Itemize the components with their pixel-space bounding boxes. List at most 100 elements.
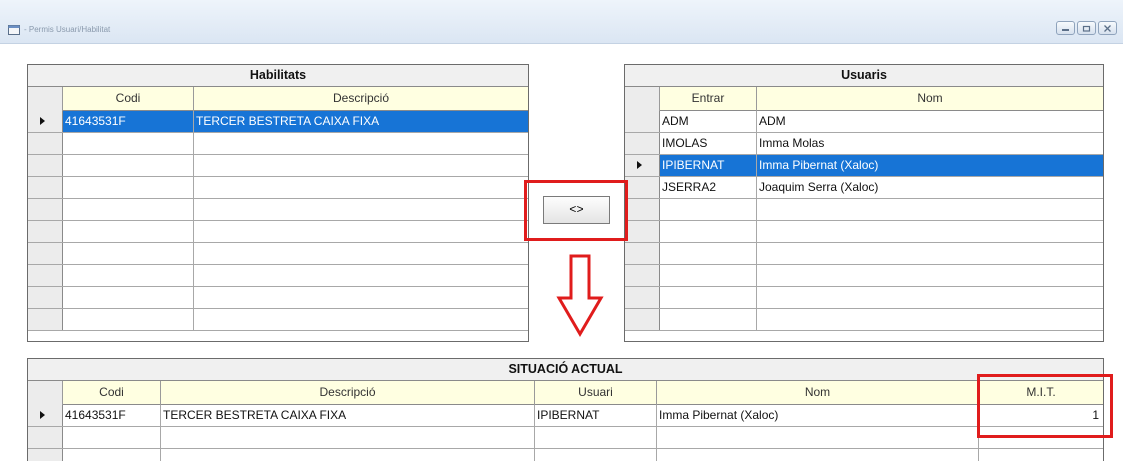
cell-descripcio[interactable]: TERCER BESTRETA CAIXA FIXA — [194, 111, 528, 132]
cell-codi[interactable]: 41643531F — [63, 111, 194, 132]
table-row[interactable]: 41643531F TERCER BESTRETA CAIXA FIXA IPIBE… — [28, 405, 1103, 427]
empty-table-row[interactable] — [28, 133, 528, 155]
cell-codi[interactable] — [63, 133, 194, 154]
column-header-entrar[interactable]: Entrar — [660, 87, 757, 111]
cell-nom[interactable] — [757, 309, 1103, 330]
row-indicator[interactable] — [625, 111, 660, 132]
cell-descripcio[interactable] — [194, 287, 528, 308]
row-indicator[interactable] — [28, 133, 63, 154]
cell-entrar[interactable] — [660, 309, 757, 330]
situacio-grid[interactable]: SITUACIÓ ACTUAL Codi Descripció Usuari N… — [27, 358, 1104, 461]
cell-descripcio[interactable] — [194, 133, 528, 154]
cell-mit[interactable] — [979, 427, 1103, 448]
cell-descripcio[interactable] — [194, 243, 528, 264]
row-indicator[interactable] — [625, 287, 660, 308]
row-indicator[interactable] — [28, 309, 63, 330]
cell-codi[interactable] — [63, 265, 194, 286]
cell-nom[interactable] — [657, 449, 979, 461]
cell-codi[interactable] — [63, 427, 161, 448]
column-header-nom[interactable]: Nom — [757, 87, 1103, 111]
row-indicator[interactable] — [28, 427, 63, 448]
cell-entrar[interactable] — [660, 221, 757, 242]
empty-table-row[interactable] — [625, 199, 1103, 221]
window-titlebar[interactable]: - Permis Usuari/Habilitat — [0, 0, 1123, 44]
cell-nom[interactable] — [657, 427, 979, 448]
table-row[interactable]: IPIBERNAT Imma Pibernat (Xaloc) — [625, 155, 1103, 177]
close-icon[interactable] — [1098, 21, 1117, 35]
cell-nom[interactable]: Imma Pibernat (Xaloc) — [757, 155, 1103, 176]
row-indicator[interactable] — [28, 221, 63, 242]
empty-table-row[interactable] — [625, 221, 1103, 243]
cell-descripcio[interactable]: TERCER BESTRETA CAIXA FIXA — [161, 405, 535, 426]
cell-codi[interactable] — [63, 287, 194, 308]
cell-descripcio[interactable] — [194, 221, 528, 242]
cell-entrar[interactable]: IPIBERNAT — [660, 155, 757, 176]
cell-nom[interactable] — [757, 265, 1103, 286]
empty-table-row[interactable] — [625, 243, 1103, 265]
table-row[interactable]: ADM ADM — [625, 111, 1103, 133]
cell-codi[interactable] — [63, 243, 194, 264]
empty-table-row[interactable] — [28, 427, 1103, 449]
cell-usuari[interactable]: IPIBERNAT — [535, 405, 657, 426]
swap-button[interactable]: <> — [543, 196, 610, 224]
cell-nom[interactable] — [757, 243, 1103, 264]
empty-table-row[interactable] — [28, 287, 528, 309]
cell-codi[interactable] — [63, 155, 194, 176]
row-indicator[interactable] — [28, 177, 63, 198]
restore-icon[interactable] — [1077, 21, 1096, 35]
table-row[interactable]: 41643531F TERCER BESTRETA CAIXA FIXA — [28, 111, 528, 133]
empty-table-row[interactable] — [28, 449, 1103, 461]
empty-table-row[interactable] — [28, 265, 528, 287]
row-indicator[interactable] — [625, 199, 660, 220]
cell-nom[interactable]: ADM — [757, 111, 1103, 132]
cell-entrar[interactable] — [660, 199, 757, 220]
row-indicator[interactable] — [28, 287, 63, 308]
table-row[interactable]: JSERRA2 Joaquim Serra (Xaloc) — [625, 177, 1103, 199]
row-indicator[interactable] — [28, 449, 63, 461]
cell-entrar[interactable]: JSERRA2 — [660, 177, 757, 198]
cell-nom[interactable]: Joaquim Serra (Xaloc) — [757, 177, 1103, 198]
row-indicator[interactable] — [625, 243, 660, 264]
cell-nom[interactable] — [757, 287, 1103, 308]
empty-table-row[interactable] — [625, 265, 1103, 287]
row-indicator[interactable] — [625, 155, 660, 176]
row-indicator[interactable] — [625, 177, 660, 198]
column-header-usuari[interactable]: Usuari — [535, 381, 657, 405]
empty-table-row[interactable] — [28, 177, 528, 199]
row-indicator[interactable] — [625, 309, 660, 330]
cell-entrar[interactable] — [660, 287, 757, 308]
cell-nom[interactable]: Imma Molas — [757, 133, 1103, 154]
column-header-descripcio[interactable]: Descripció — [161, 381, 535, 405]
cell-descripcio[interactable] — [161, 449, 535, 461]
empty-table-row[interactable] — [28, 199, 528, 221]
table-row[interactable]: IMOLAS Imma Molas — [625, 133, 1103, 155]
empty-table-row[interactable] — [28, 221, 528, 243]
row-indicator[interactable] — [28, 405, 63, 426]
column-header-nom[interactable]: Nom — [657, 381, 979, 405]
habilitats-grid[interactable]: Habilitats Codi Descripció 41643531F TERC… — [27, 64, 529, 342]
cell-codi[interactable] — [63, 309, 194, 330]
cell-usuari[interactable] — [535, 427, 657, 448]
cell-usuari[interactable] — [535, 449, 657, 461]
row-indicator[interactable] — [28, 199, 63, 220]
empty-table-row[interactable] — [28, 155, 528, 177]
column-header-descripcio[interactable]: Descripció — [194, 87, 528, 111]
cell-nom[interactable] — [757, 199, 1103, 220]
usuaris-grid[interactable]: Usuaris Entrar Nom ADM ADM IMOLAS Imma Mola… — [624, 64, 1104, 342]
cell-descripcio[interactable] — [194, 199, 528, 220]
cell-codi[interactable] — [63, 221, 194, 242]
column-header-mit[interactable]: M.I.T. — [979, 381, 1103, 405]
cell-descripcio[interactable] — [194, 265, 528, 286]
empty-table-row[interactable] — [28, 309, 528, 331]
empty-table-row[interactable] — [625, 287, 1103, 309]
cell-codi[interactable] — [63, 177, 194, 198]
row-indicator[interactable] — [28, 265, 63, 286]
column-header-codi[interactable]: Codi — [63, 87, 194, 111]
row-indicator[interactable] — [625, 265, 660, 286]
cell-descripcio[interactable] — [161, 427, 535, 448]
cell-entrar[interactable]: IMOLAS — [660, 133, 757, 154]
cell-codi[interactable] — [63, 199, 194, 220]
row-indicator[interactable] — [28, 155, 63, 176]
row-indicator[interactable] — [625, 133, 660, 154]
cell-mit[interactable]: 1 — [979, 405, 1103, 426]
